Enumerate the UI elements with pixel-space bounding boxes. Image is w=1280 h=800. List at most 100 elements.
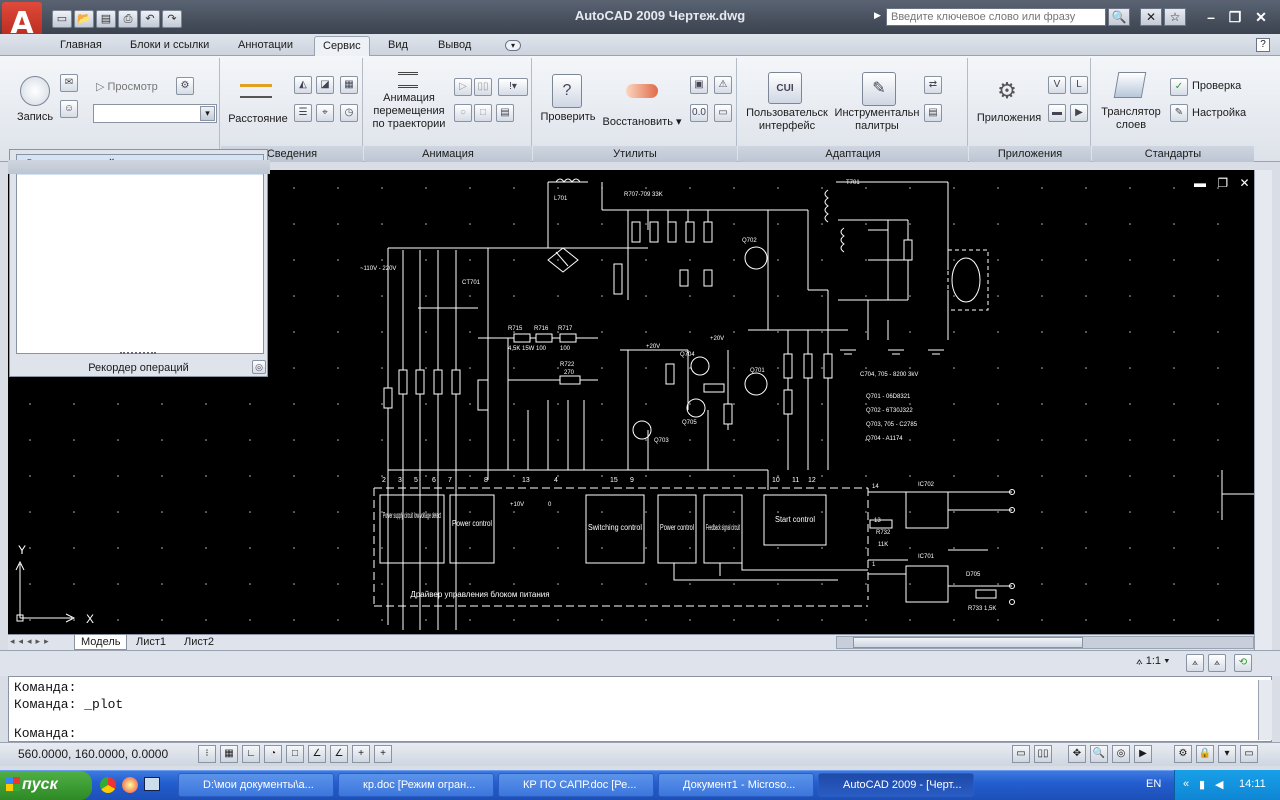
applications-label[interactable]: Приложения [974,112,1044,125]
region-icon[interactable]: ◪ [316,76,334,94]
status-menu-icon[interactable]: ▾ [1218,745,1236,763]
edit-aliases-icon[interactable]: ▤ [924,104,942,122]
new-file-icon[interactable]: ▭ [52,10,72,28]
command-scrollbar[interactable] [1258,680,1272,740]
viewport-minimize-button[interactable]: ▬ [1194,176,1206,190]
maximize-button[interactable]: ❐ [1224,8,1246,26]
layer-translator-label[interactable]: Транслятор слоев [1096,106,1166,132]
viewport-restore-button[interactable]: ❐ [1217,176,1228,190]
language-indicator[interactable]: EN [1146,778,1161,790]
resize-grip[interactable] [120,352,156,356]
time-icon[interactable]: ◷ [340,104,358,122]
command-prompt[interactable]: Команда: [14,726,76,741]
clean-screen-icon[interactable]: ▭ [1240,745,1258,763]
dynamic-input-icon[interactable]: + [352,745,370,763]
task-word-doc1[interactable]: Документ1 - Microso... [658,773,814,797]
pan-icon[interactable]: ✥ [1068,745,1086,763]
calculator-icon[interactable]: ▦ [340,76,358,94]
task-word-kr[interactable]: кр.doc [Режим огран... [338,773,494,797]
undo-icon[interactable]: ↶ [140,10,160,28]
stop-animation-icon[interactable]: □ [474,104,492,122]
audit-icon[interactable]: ? [552,74,582,108]
layout-nav-arrows[interactable]: ◂◂◂▸▸ [10,636,53,647]
show-desktop-icon[interactable] [144,777,160,791]
user-interface-label[interactable]: Пользовательск интерфейс [744,107,830,133]
tab-tools[interactable]: Сервис [314,36,370,56]
annotation-scale[interactable]: ⟑ 1:1 ▾ [1136,655,1169,668]
macro-settings-icon[interactable]: ⚙ [176,77,194,95]
tray-arrow-icon[interactable]: « [1183,778,1189,790]
palette-toggle-icon[interactable]: ◎ [252,360,266,374]
save-animation-icon[interactable]: ▤ [496,104,514,122]
object-snap-tracking-icon[interactable]: ∠ [308,745,326,763]
zoom-icon[interactable]: 🔍 [1090,745,1108,763]
action-tree[interactable]: Дерево операций [16,154,264,354]
open-file-icon[interactable]: 📂 [74,10,94,28]
opera-icon[interactable] [122,777,138,793]
lineweight-icon[interactable]: + [374,745,392,763]
check-standards-icon[interactable]: ✓ [1170,78,1188,96]
units-icon[interactable]: 0.0 [690,104,708,122]
coordinates-readout[interactable]: 560.0000, 160.0000, 0.0000 [18,747,168,761]
snap-mode-icon[interactable]: ⁝ [198,745,216,763]
help-icon[interactable]: ? [1256,38,1270,52]
locate-point-icon[interactable]: ⌖ [316,104,334,122]
visual-lisp-icon[interactable]: L [1070,76,1088,94]
user-message-icon[interactable]: ☺ [60,100,78,118]
model-space-icon[interactable]: ▭ [1012,745,1030,763]
play-animation-icon[interactable]: ▷ [454,78,472,96]
task-word-sapr[interactable]: КР ПО САПР.doc [Ре... [498,773,654,797]
macro-select[interactable]: ▾ [93,104,217,123]
tab-annotate[interactable]: Аннотации [230,36,301,56]
tool-palettes-label[interactable]: Инструментальн палитры [834,107,920,133]
audit-label[interactable]: Проверить [538,111,598,124]
area-icon[interactable]: ◭ [294,76,312,94]
clock[interactable]: 14:11 [1239,778,1266,790]
minimize-button[interactable]: – [1200,8,1222,26]
search-icon[interactable]: 🔍 [1108,8,1130,26]
annotation-visibility-icon[interactable]: ⟑ [1186,654,1204,672]
vertical-scrollbar[interactable] [1254,170,1272,650]
animation-settings-icon[interactable]: !▾ [498,78,528,96]
ortho-mode-icon[interactable]: ∟ [242,745,260,763]
film-icon[interactable] [398,72,418,88]
communication-icon[interactable]: ✕ [1140,8,1162,26]
tab-model[interactable]: Модель [74,635,128,650]
tab-sheet1[interactable]: Лист1 [130,635,172,650]
steering-wheel-icon[interactable]: ◎ [1112,745,1130,763]
plot-icon[interactable]: ⎙ [118,10,138,28]
recover-label[interactable]: Восстановить ▾ [600,116,684,129]
viewport-close-button[interactable]: ✕ [1239,176,1249,190]
chevron-down-icon[interactable]: ▾ [200,106,215,121]
load-application-icon[interactable]: ⚠ [714,76,732,94]
tab-home[interactable]: Главная [52,36,110,56]
message-icon[interactable]: ✉ [60,74,78,92]
import-customization-icon[interactable]: ⇄ [924,76,942,94]
applications-gear-icon[interactable]: ⚙ [992,78,1022,108]
layer-translator-icon[interactable] [1113,72,1147,98]
search-input[interactable] [886,8,1106,26]
tab-view[interactable]: Вид [380,36,416,56]
showmotion-icon[interactable]: ▶ [1134,745,1152,763]
distance-label[interactable]: Расстояние [226,113,290,126]
layout-space-icon[interactable]: ▯▯ [1034,745,1052,763]
annotation-autoscale-icon[interactable]: ⟑ [1208,654,1226,672]
polar-tracking-icon[interactable]: ◔ [264,745,282,763]
vba-manager-icon[interactable]: V [1048,76,1066,94]
distance-icon[interactable] [240,84,272,98]
tab-sheet2[interactable]: Лист2 [178,635,220,650]
horizontal-scrollbar[interactable] [836,636,1254,649]
tab-output[interactable]: Вывод [430,36,479,56]
lock-icon[interactable]: 🔒 [1196,745,1214,763]
grid-display-icon[interactable]: ▦ [220,745,238,763]
record-label[interactable]: Запись [14,111,56,124]
drawing-properties-icon[interactable]: ▭ [714,104,732,122]
cui-icon[interactable]: CUI [768,72,802,104]
run-vba-icon[interactable]: ▶ [1070,104,1088,122]
command-window[interactable] [8,676,1272,742]
record-animation-icon[interactable]: ○ [454,104,472,122]
favorites-star-icon[interactable]: ☆ [1164,8,1186,26]
dynamic-ucs-icon[interactable]: ∠ [330,745,348,763]
configure-standards-label[interactable]: Настройка [1192,107,1246,119]
chrome-icon[interactable] [100,777,116,793]
